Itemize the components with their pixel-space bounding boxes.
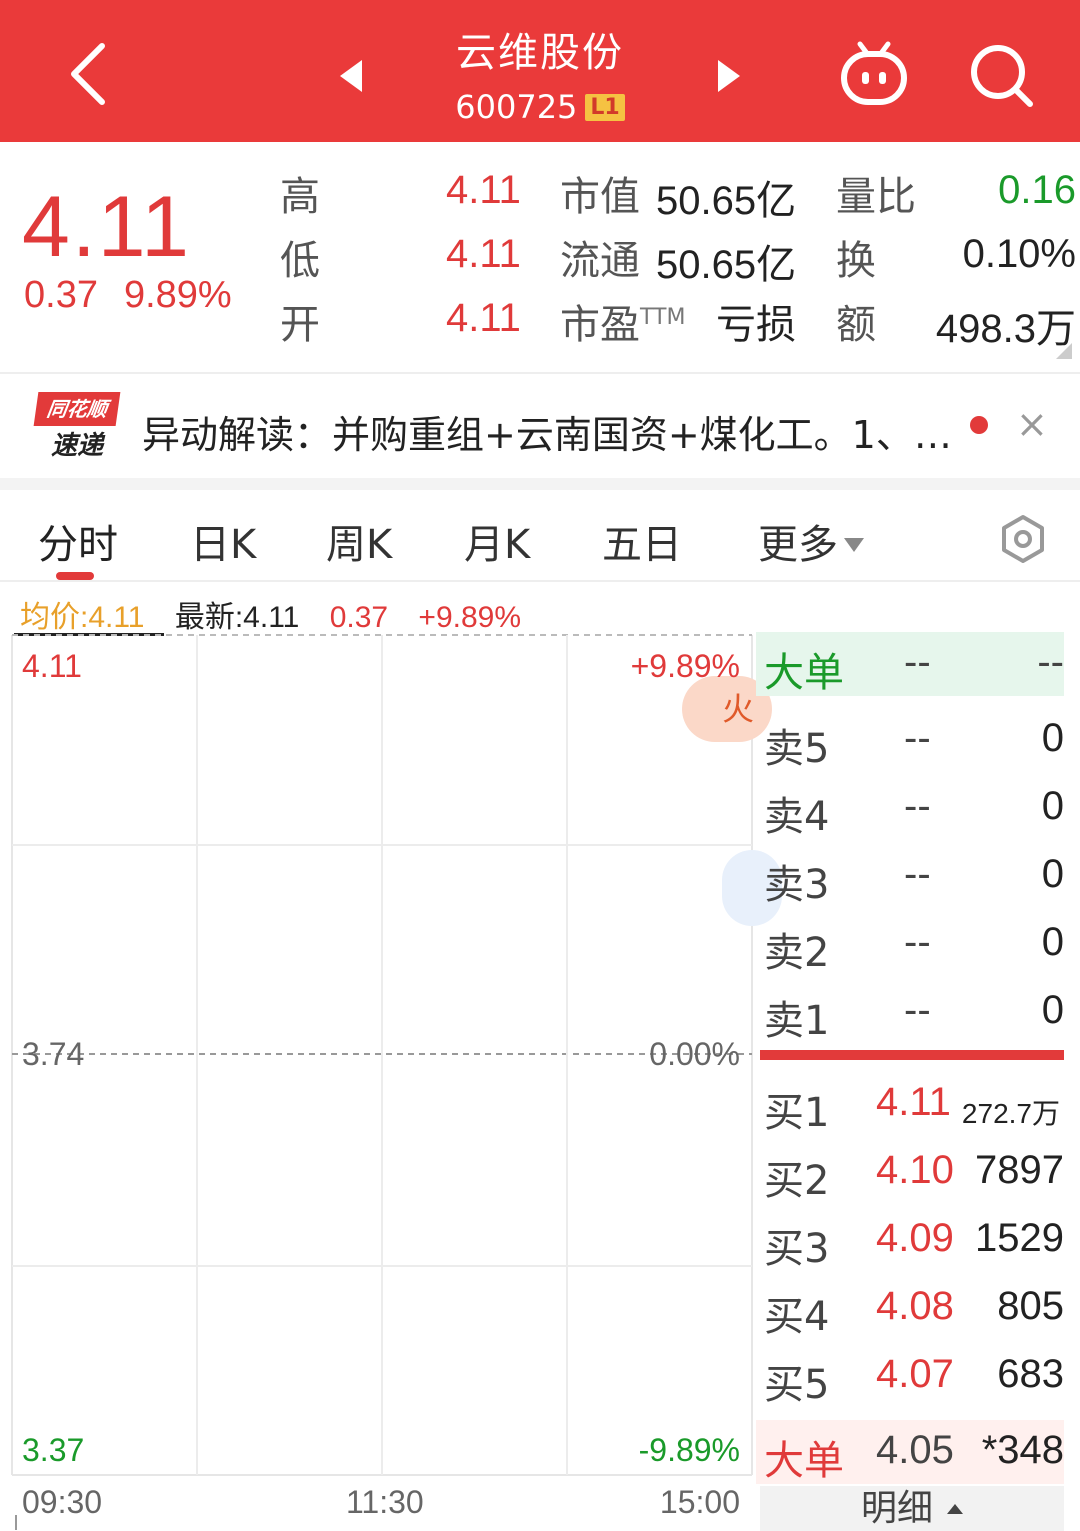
close-news-button[interactable]: × [1016,402,1048,446]
chart-settings-button[interactable] [998,514,1048,564]
open-value: 4.11 [446,296,521,340]
time-axis-start: 09:30 [22,1484,103,1520]
intraday-chart[interactable] [0,630,756,1530]
change-amount: 0.37 [24,274,98,316]
bid-ask-separator [760,1050,1064,1060]
sell-2-row: 卖2 -- 0 [764,920,1064,976]
amount-label: 额 [836,302,876,348]
tab-daily-k[interactable]: 日K [190,512,256,570]
pct-axis-bottom: -9.89% [638,1432,740,1468]
tab-five-day[interactable]: 五日 [602,512,682,570]
pct-axis-mid: 0.00% [649,1036,740,1072]
detail-button[interactable]: 明细 [760,1486,1064,1531]
stock-code-row: 600725 L1 [340,88,740,126]
search-icon [971,45,1033,107]
amount-value: 498.3万 [935,307,1076,351]
sell-3-row: 卖3 -- 0 [764,852,1064,908]
pe-label: 市盈TTM [560,302,686,348]
tab-monthly-k[interactable]: 月K [464,512,530,570]
tab-weekly-k[interactable]: 周K [326,512,392,570]
market-cap-label: 市值 [560,174,640,220]
caret-up-icon [947,1504,963,1514]
chart-tabs: 分时 日K 周K 月K 五日 更多 [0,490,1080,582]
stock-title-block: 云维股份 600725 L1 [340,14,740,134]
price-axis-bottom: 3.37 [22,1432,85,1468]
tab-more[interactable]: 更多 [758,512,864,570]
level-badge: L1 [585,94,625,121]
buy-4-row: 买4 4.08 805 [764,1284,1064,1340]
price-change: 0.37 9.89% [24,274,232,317]
big-order-buy-row: 大单 4.05 *348 [756,1420,1064,1484]
turnover-value: 0.10% [962,232,1076,276]
buy-2-row: 买2 4.10 7897 [764,1148,1064,1204]
pct-axis-top: +9.89% [630,648,740,684]
change-percent: 9.89% [123,274,232,316]
market-cap-value: 50.65亿 [656,179,797,223]
sell-5-row: 卖5 -- 0 [764,716,1064,772]
robot-icon [841,41,907,105]
volume-ratio-label: 量比 [836,174,916,220]
top-bar: 云维股份 600725 L1 [0,0,1080,142]
next-stock-button[interactable] [718,60,740,92]
high-label: 高 [280,174,320,220]
float-cap-label: 流通 [560,238,640,284]
expand-corner-icon [1056,343,1072,359]
time-axis-mid: 11:30 [346,1484,424,1520]
stock-code: 600725 [455,88,578,126]
sell-1-row: 卖1 -- 0 [764,988,1064,1044]
buy-1-row: 买1 4.11 272.7万 [764,1080,1060,1136]
time-axis-end: 15:00 [659,1484,740,1520]
unread-dot [970,416,988,434]
back-button[interactable] [60,38,120,110]
assistant-button[interactable] [838,40,910,110]
open-label: 开 [280,302,320,348]
news-banner[interactable]: 同花顺 速递 异动解读：并购重组+云南国资+煤化工。1、… [0,372,1080,476]
price-axis-top: 4.11 [22,648,82,684]
fire-icon: 火 [722,690,755,728]
settings-hexagon-icon [1002,515,1044,563]
pe-value: 亏损 [716,303,796,347]
volume-ratio-value: 0.16 [998,168,1076,212]
low-label: 低 [280,238,320,284]
chevron-left-icon [71,43,105,105]
low-value: 4.11 [446,232,521,276]
high-value: 4.11 [446,168,521,212]
search-button[interactable] [966,40,1038,110]
sell-4-row: 卖4 -- 0 [764,784,1064,840]
news-headline[interactable]: 异动解读：并购重组+云南国资+煤化工。1、… [142,404,962,459]
big-order-sell-row: 大单 -- -- [756,632,1064,696]
float-cap-value: 50.65亿 [656,243,797,287]
quote-panel[interactable]: 4.11 0.37 9.89% 高 4.11 低 4.11 开 4.11 市值 5… [0,142,1080,367]
price-axis-mid: 3.74 [22,1036,85,1072]
stock-name: 云维股份 [456,30,624,76]
turnover-label: 换 [836,238,876,284]
news-logo: 同花顺 速递 [33,392,121,464]
caret-down-icon [844,538,864,552]
buy-3-row: 买3 4.09 1529 [764,1216,1064,1272]
ttm-superscript: TTM [640,305,686,330]
active-tab-indicator [56,572,94,580]
tab-intraday[interactable]: 分时 [38,512,118,570]
buy-5-row: 买5 4.07 683 [764,1352,1064,1408]
divider [0,478,1080,490]
last-price: 4.11 [22,179,191,275]
